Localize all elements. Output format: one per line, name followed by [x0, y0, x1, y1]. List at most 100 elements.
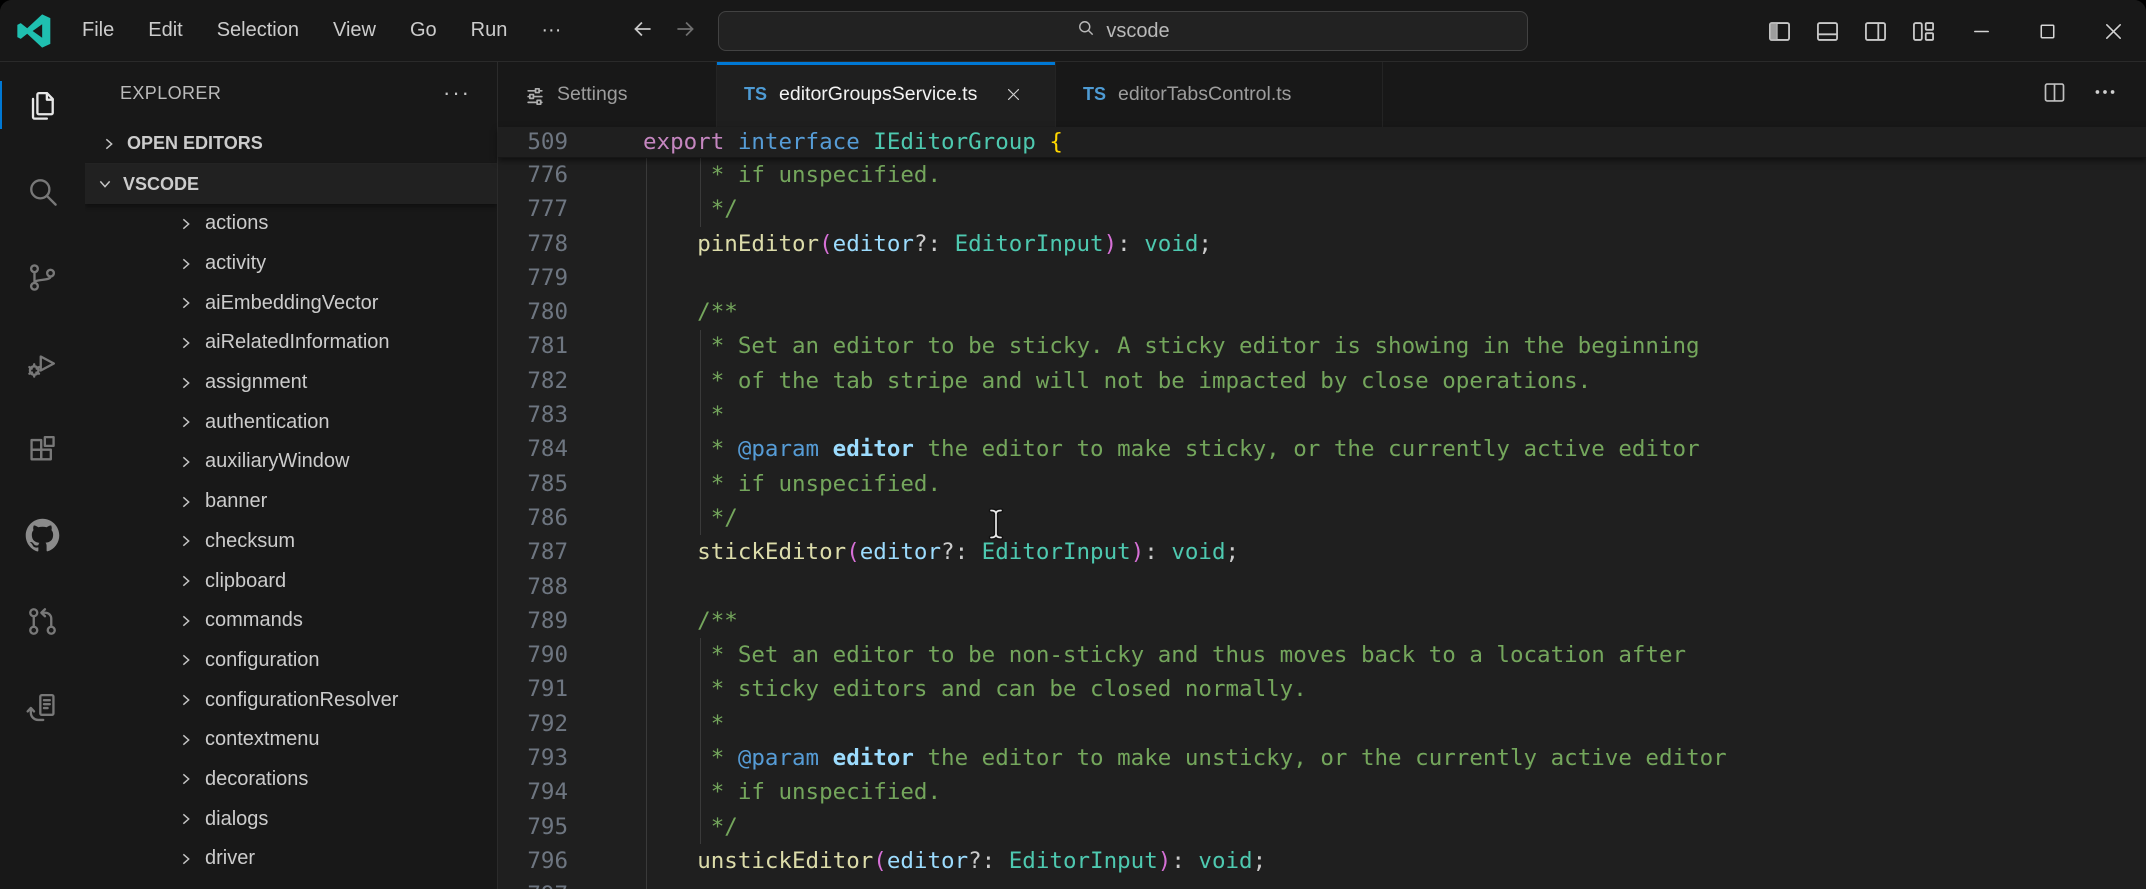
- code-line-791[interactable]: 791 * sticky editors and can be closed n…: [498, 672, 2146, 706]
- code-line-784[interactable]: 784 * @param editor the editor to make s…: [498, 432, 2146, 466]
- code-line-785[interactable]: 785 * if unspecified.: [498, 467, 2146, 501]
- chevron-right-icon: [178, 256, 194, 272]
- toggle-secondary-sidebar-icon[interactable]: [1862, 18, 1889, 45]
- sticky-scroll-line[interactable]: 509 export interface IEditorGroup {: [498, 127, 2146, 158]
- tab-editorGroupsService.ts[interactable]: TSeditorGroupsService.ts: [717, 62, 1056, 127]
- tree-item-label: aiRelatedInformation: [205, 331, 390, 354]
- activitybar-github[interactable]: [0, 492, 85, 578]
- code-line-787[interactable]: 787 stickEditor(editor?: EditorInput): v…: [498, 535, 2146, 569]
- open-editors-section-header[interactable]: OPEN EDITORS: [85, 124, 497, 164]
- tab-label: Settings: [557, 83, 627, 106]
- code-line-788[interactable]: 788: [498, 570, 2146, 604]
- code-line-783[interactable]: 783 *: [498, 398, 2146, 432]
- tree-item-configurationResolver[interactable]: configurationResolver: [85, 680, 497, 720]
- line-number: 784: [498, 432, 568, 466]
- menu-selection[interactable]: Selection: [200, 13, 316, 48]
- tree-item-actions[interactable]: actions: [85, 204, 497, 244]
- tab-editorTabsControl.ts[interactable]: TSeditorTabsControl.ts: [1056, 62, 1383, 127]
- tree-item-authentication[interactable]: authentication: [85, 402, 497, 442]
- code-line-776[interactable]: 776 * if unspecified.: [498, 158, 2146, 192]
- code-line-782[interactable]: 782 * of the tab stripe and will not be …: [498, 364, 2146, 398]
- tree-item-label: assignment: [205, 371, 307, 394]
- menu-more-button[interactable]: ···: [524, 13, 578, 48]
- tree-item-dialogs[interactable]: dialogs: [85, 799, 497, 839]
- code-line-793[interactable]: 793 * @param editor the editor to make u…: [498, 741, 2146, 775]
- tab-Settings[interactable]: Settings: [498, 62, 717, 127]
- activitybar-source-control[interactable]: [0, 234, 85, 320]
- close-button[interactable]: [2080, 0, 2146, 62]
- tree-item-activity[interactable]: activity: [85, 244, 497, 284]
- chevron-right-icon: [178, 375, 194, 391]
- code-line-790[interactable]: 790 * Set an editor to be non-sticky and…: [498, 638, 2146, 672]
- code-line-780[interactable]: 780 /**: [498, 295, 2146, 329]
- activitybar-run-debug[interactable]: [0, 320, 85, 406]
- indent-guide-level0: [646, 158, 647, 889]
- menu-file[interactable]: File: [65, 13, 131, 48]
- editor-more-actions-button[interactable]: [2092, 79, 2118, 110]
- tree-item-aiRelatedInformation[interactable]: aiRelatedInformation: [85, 323, 497, 363]
- code-line-778[interactable]: 778 pinEditor(editor?: EditorInput): voi…: [498, 227, 2146, 261]
- explorer-more-actions-button[interactable]: ···: [443, 80, 471, 106]
- workspace-root-header[interactable]: VSCODE: [85, 164, 497, 204]
- activitybar-pull-requests[interactable]: [0, 578, 85, 664]
- tree-item-checksum[interactable]: checksum: [85, 522, 497, 562]
- tree-item-banner[interactable]: banner: [85, 482, 497, 522]
- tree-item-contextmenu[interactable]: contextmenu: [85, 720, 497, 760]
- code-line-794[interactable]: 794 * if unspecified.: [498, 775, 2146, 809]
- command-center-search[interactable]: vscode: [718, 11, 1528, 51]
- code-line-781[interactable]: 781 * Set an editor to be sticky. A stic…: [498, 329, 2146, 363]
- tree-item-clipboard[interactable]: clipboard: [85, 561, 497, 601]
- chevron-down-icon: [97, 176, 113, 192]
- activitybar-references[interactable]: [0, 664, 85, 750]
- toggle-primary-sidebar-icon[interactable]: [1766, 18, 1793, 45]
- tree-item-label: activity: [205, 252, 266, 275]
- tree-item-auxiliaryWindow[interactable]: auxiliaryWindow: [85, 442, 497, 482]
- tree-item-editor[interactable]: editor: [85, 879, 497, 889]
- tree-item-decorations[interactable]: decorations: [85, 760, 497, 800]
- chevron-right-icon: [178, 851, 194, 867]
- layout-controls: [1766, 0, 1937, 62]
- split-editor-button[interactable]: [2041, 79, 2068, 111]
- code-lines[interactable]: 776 * if unspecified.777 */778 pinEditor…: [498, 158, 2146, 889]
- tree-item-label: commands: [205, 609, 303, 632]
- sticky-line-code: export interface IEditorGroup {: [568, 127, 1063, 158]
- activitybar-search[interactable]: [0, 148, 85, 234]
- search-icon: [1076, 18, 1096, 44]
- activitybar-extensions[interactable]: [0, 406, 85, 492]
- code-line-786[interactable]: 786 */: [498, 501, 2146, 535]
- tree-item-aiEmbeddingVector[interactable]: aiEmbeddingVector: [85, 283, 497, 323]
- menu-go[interactable]: Go: [393, 13, 454, 48]
- menu-view[interactable]: View: [316, 13, 393, 48]
- tree-item-assignment[interactable]: assignment: [85, 363, 497, 403]
- code-line-795[interactable]: 795 */: [498, 810, 2146, 844]
- chevron-right-icon: [178, 414, 194, 430]
- menu-run[interactable]: Run: [454, 13, 525, 48]
- vscode-window: FileEditSelectionViewGoRun··· vscode EXP…: [0, 0, 2146, 889]
- customize-layout-icon[interactable]: [1910, 18, 1937, 45]
- typescript-file-icon: TS: [1083, 84, 1106, 105]
- maximize-button[interactable]: [2014, 0, 2080, 62]
- code-line-789[interactable]: 789 /**: [498, 604, 2146, 638]
- tree-item-configuration[interactable]: configuration: [85, 641, 497, 681]
- nav-back-button[interactable]: [630, 16, 656, 47]
- toggle-panel-icon[interactable]: [1814, 18, 1841, 45]
- line-number: 780: [498, 295, 568, 329]
- explorer-sidebar: EXPLORER ··· OPEN EDITORS VSCODE actions…: [85, 62, 498, 889]
- code-line-792[interactable]: 792 *: [498, 707, 2146, 741]
- tree-item-label: checksum: [205, 530, 295, 553]
- menu-edit[interactable]: Edit: [131, 13, 199, 48]
- code-line-796[interactable]: 796 unstickEditor(editor?: EditorInput):…: [498, 844, 2146, 878]
- code-line-777[interactable]: 777 */: [498, 192, 2146, 226]
- tree-item-commands[interactable]: commands: [85, 601, 497, 641]
- chevron-right-icon: [178, 573, 194, 589]
- nav-forward-button[interactable]: [672, 16, 698, 47]
- minimize-button[interactable]: [1948, 0, 2014, 62]
- code-line-797[interactable]: 797: [498, 878, 2146, 889]
- line-number: 783: [498, 398, 568, 432]
- activitybar-explorer[interactable]: [0, 62, 85, 148]
- tree-item-label: authentication: [205, 411, 330, 434]
- code-line-779[interactable]: 779: [498, 261, 2146, 295]
- indent-guide-level1: [700, 638, 701, 844]
- tree-item-driver[interactable]: driver: [85, 839, 497, 879]
- tab-close-icon[interactable]: [1005, 86, 1022, 103]
